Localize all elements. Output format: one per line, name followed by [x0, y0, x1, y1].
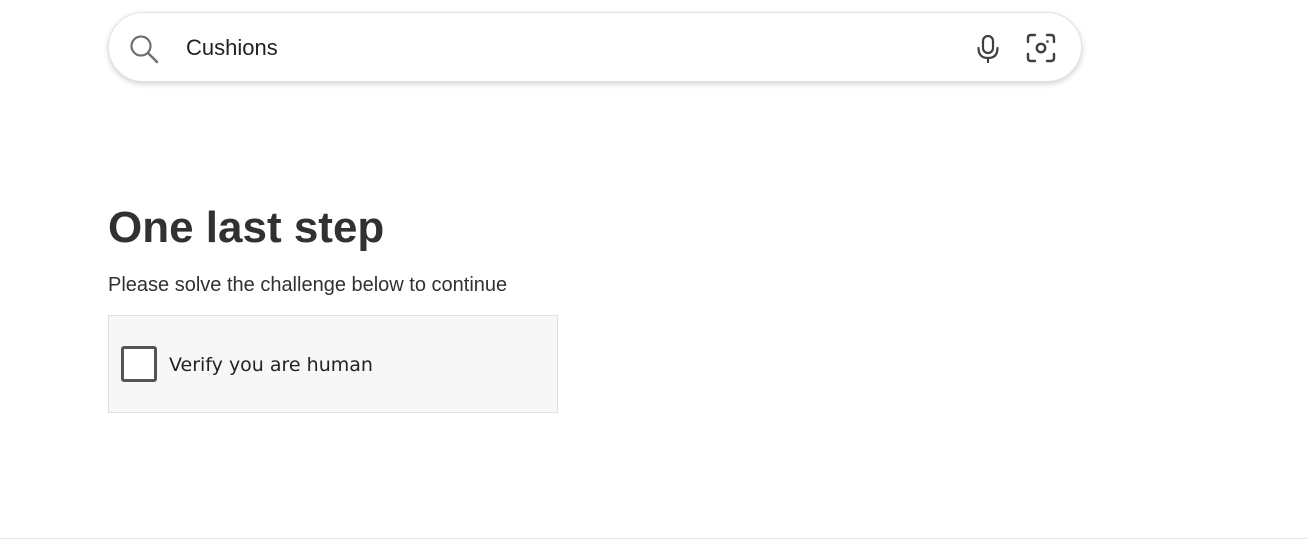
bottom-divider	[0, 538, 1307, 539]
search-input[interactable]	[186, 31, 946, 65]
page-title: One last step	[108, 203, 385, 252]
lens-icon[interactable]	[1025, 32, 1057, 64]
search-icon[interactable]	[129, 34, 159, 64]
verify-checkbox[interactable]	[121, 346, 157, 382]
verify-checkbox-label[interactable]: Verify you are human	[169, 353, 373, 377]
microphone-icon[interactable]	[973, 33, 1003, 65]
human-verification-widget: Verify you are human	[108, 315, 558, 413]
page: One last step Please solve the challenge…	[0, 0, 1307, 541]
search-bar[interactable]	[108, 12, 1082, 82]
challenge-subtitle: Please solve the challenge below to cont…	[108, 274, 508, 296]
